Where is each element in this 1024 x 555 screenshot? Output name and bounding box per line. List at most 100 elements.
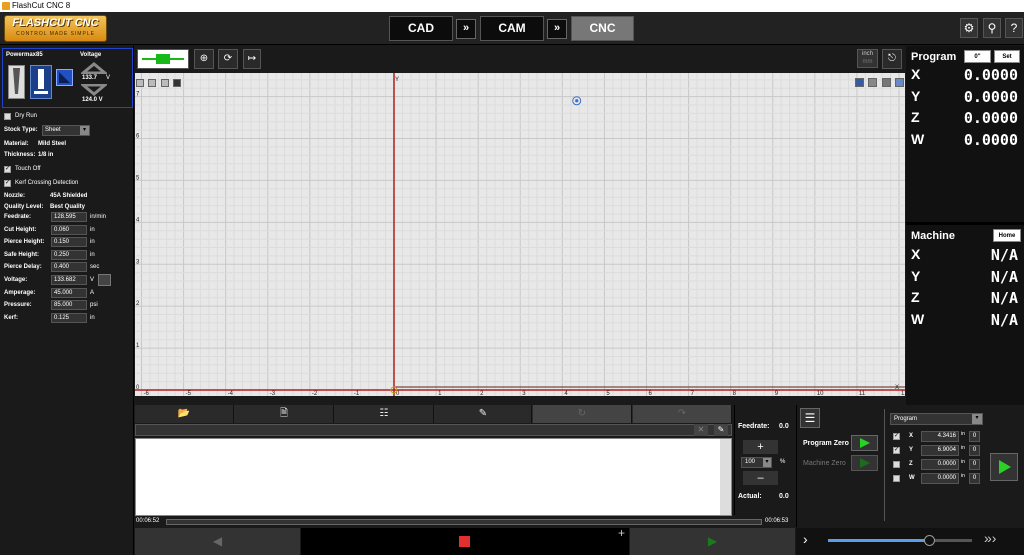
gcode-line-field[interactable] — [135, 424, 732, 436]
settings-gear-icon[interactable]: ⚙ — [960, 18, 978, 38]
mode-cad-button[interactable]: CAD — [389, 16, 453, 41]
goto-axis-field[interactable]: 4.3416 — [921, 431, 959, 442]
pan-icon[interactable] — [136, 79, 144, 87]
goto-axis-zero-button[interactable]: 0 — [969, 473, 980, 484]
dry-run-checkbox[interactable] — [4, 113, 11, 120]
quality-label: Quality Level: — [4, 204, 44, 210]
jog-speed-knob[interactable] — [923, 535, 935, 546]
voltage-actual: 133.7 — [82, 75, 98, 81]
step-back-icon[interactable]: ◀ — [135, 528, 300, 555]
edit-file-icon[interactable]: ✎ — [435, 405, 532, 423]
redo-icon[interactable]: ↷ — [633, 405, 732, 423]
goto-axis-checkbox[interactable] — [893, 461, 900, 468]
stop-button[interactable] — [301, 528, 629, 555]
param-field[interactable]: 0.150 — [51, 237, 87, 248]
canvas-view-tools — [854, 74, 904, 92]
barcode-icon[interactable]: ☷ — [335, 405, 434, 423]
open-file-icon[interactable]: 📂 — [135, 405, 234, 423]
view-iso-icon[interactable] — [868, 78, 878, 87]
goto-axis-zero-button[interactable]: 0 — [969, 445, 980, 456]
clear-icon[interactable]: ✕ — [694, 424, 708, 436]
feed-increase-icon[interactable]: + — [743, 440, 778, 454]
goto-run-button[interactable] — [990, 453, 1018, 481]
gcode-listing[interactable] — [135, 438, 732, 516]
param-label: Feedrate: — [4, 214, 32, 220]
program-set-button[interactable]: Set — [994, 50, 1020, 63]
zoom-in-icon[interactable] — [148, 79, 157, 87]
x-tick-label: 11 — [859, 391, 866, 396]
home-button[interactable]: Home — [993, 229, 1021, 242]
zoom-window-icon[interactable] — [173, 79, 182, 87]
param-field[interactable]: 128.595 — [51, 212, 87, 222]
jog-left-icon[interactable]: › — [803, 531, 808, 547]
zoom-fit-icon[interactable]: ⟳ — [218, 49, 238, 69]
tool-position-dot — [575, 99, 579, 103]
voltage-sample-button[interactable] — [98, 274, 111, 286]
kerf-detect-checkbox[interactable]: ✓ — [4, 180, 11, 187]
material-value: Mild Steel — [38, 141, 67, 147]
goto-mode-select[interactable]: Program ▾ — [890, 413, 983, 425]
goto-axis-field[interactable]: 6.9004 — [921, 445, 959, 456]
machine-zero-go-button[interactable] — [851, 455, 878, 471]
view-top-icon[interactable] — [854, 78, 864, 87]
rewind-icon[interactable]: ↻ — [533, 405, 632, 423]
param-field[interactable]: 133.682 — [51, 275, 87, 285]
mm-label: mm — [862, 59, 873, 65]
zoom-icon[interactable]: ⊕ — [194, 49, 214, 69]
jog-fast-icon[interactable]: »› — [984, 530, 996, 546]
x-tick-label: 9 — [775, 391, 779, 396]
view-rotate-icon[interactable] — [881, 78, 891, 87]
pencil-icon[interactable]: ✎ — [714, 424, 728, 436]
goto-axis-checkbox[interactable]: ✓ — [893, 447, 900, 454]
goto-axis-checkbox[interactable]: ✓ — [893, 433, 900, 440]
run-icon[interactable]: ▶ — [630, 528, 795, 555]
program-axis-label: Y — [911, 87, 921, 104]
mode-cam-button[interactable]: CAM — [480, 16, 544, 41]
param-field[interactable]: 0.250 — [51, 249, 87, 260]
touch-off-checkbox[interactable]: ✓ — [4, 166, 11, 173]
chevron-down-icon: ▾ — [972, 414, 982, 424]
param-field[interactable]: 85.000 — [51, 300, 87, 311]
menu-icon[interactable]: ☰ — [800, 408, 820, 428]
param-unit: in — [90, 314, 95, 321]
toolpath-grid[interactable]: -6-5-4-3-2-1012345678910111201234567XY — [135, 73, 905, 396]
param-field[interactable]: 0.125 — [51, 312, 87, 323]
mode-cnc-button[interactable]: CNC — [571, 16, 634, 41]
voltage-down-icon[interactable] — [81, 84, 107, 96]
logo-tagline: CONTROL MADE SIMPLE — [16, 31, 95, 37]
goto-axis-label: Y — [909, 447, 914, 453]
param-field[interactable]: 0.060 — [51, 224, 87, 235]
goto-axis-field[interactable]: 0.0000 — [921, 459, 959, 470]
goto-axis-zero-button[interactable]: 0 — [969, 459, 980, 470]
feed-decrease-icon[interactable]: – — [743, 471, 778, 485]
jog-speed-slider[interactable] — [828, 535, 972, 546]
help-icon[interactable]: ? — [1005, 18, 1023, 38]
gcode-scrollbar[interactable] — [720, 439, 731, 515]
units-toggle[interactable]: inch mm — [857, 49, 878, 68]
feed-override-select[interactable]: 100 ▾ — [741, 457, 772, 468]
copy-file-icon[interactable]: 🗎 — [235, 405, 334, 423]
search-icon[interactable]: ⚲ — [983, 18, 1001, 38]
param-field[interactable]: 0.400 — [51, 262, 87, 273]
goto-axis-zero-button[interactable]: 0 — [969, 431, 980, 442]
machine-axis-value: N/A — [990, 267, 1018, 286]
grid-toggle-icon[interactable] — [895, 78, 904, 87]
goto-axis-unit: in — [961, 431, 965, 437]
origin-tool-icon[interactable]: ↦ — [243, 49, 261, 69]
param-unit: in — [90, 239, 95, 246]
x-tick-label: 6 — [649, 391, 653, 396]
goto-axis-field[interactable]: 0.0000 — [921, 473, 959, 484]
chevron-down-icon: ▾ — [80, 126, 89, 135]
voltage-up-icon[interactable] — [81, 62, 107, 74]
goto-axis-checkbox[interactable] — [893, 475, 900, 482]
signal-icon[interactable] — [137, 49, 189, 69]
program-zero-go-button[interactable] — [851, 435, 878, 451]
toolpath-canvas[interactable]: -6-5-4-3-2-1012345678910111201234567XY — [135, 73, 905, 396]
zoom-out-icon[interactable] — [160, 79, 169, 87]
stock-type-select[interactable]: Sheet ▾ — [42, 125, 90, 136]
program-zero-button[interactable]: 0" — [964, 50, 991, 63]
x-tick-label: -4 — [228, 391, 234, 396]
add-icon[interactable]: + — [618, 526, 625, 540]
param-field[interactable]: 45.000 — [51, 287, 87, 298]
exit-icon[interactable]: ⎋ — [882, 49, 902, 69]
